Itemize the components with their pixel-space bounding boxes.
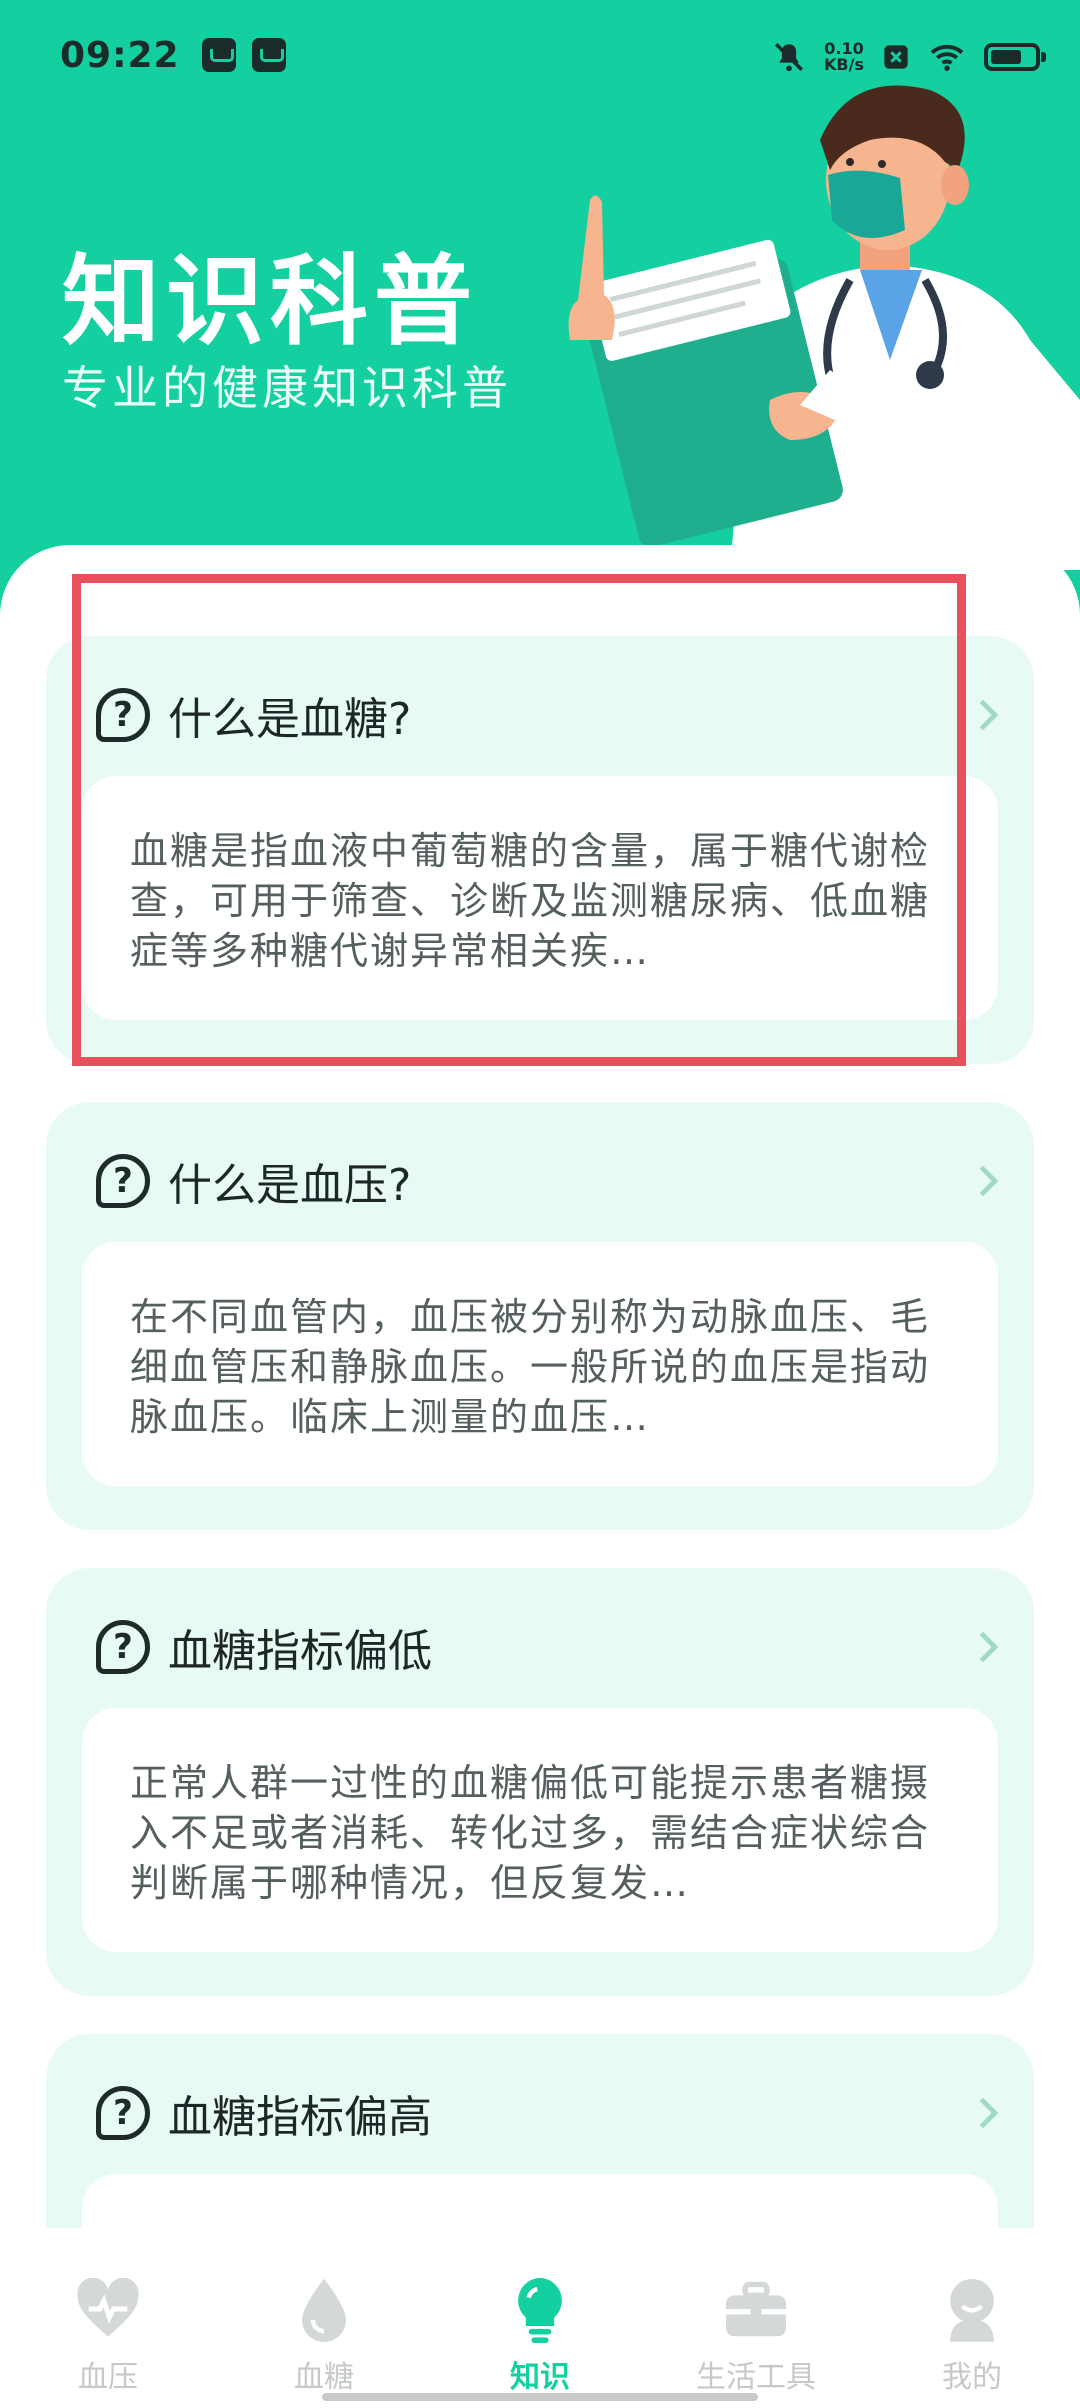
article-title: 什么是血糖? — [168, 694, 412, 745]
chevron-right-icon — [967, 699, 999, 731]
article-summary: 在不同血管内，血压被分别称为动脉血压、毛细血管压和静脉血压。一般所说的血压是指动… — [130, 1295, 931, 1439]
nav-item-life-tools[interactable]: 生活工具 — [666, 2274, 846, 2396]
card-header: ? 血糖指标偏低 — [96, 1612, 999, 1682]
heart-pulse-icon — [77, 2278, 139, 2337]
chevron-right-icon — [967, 1165, 999, 1197]
page-title: 知识科普 — [62, 245, 479, 359]
question-icon: ? — [96, 1154, 150, 1208]
lightbulb-icon — [518, 2277, 562, 2343]
nav-item-blood-sugar[interactable]: 血糖 — [234, 2274, 414, 2396]
mute-icon — [775, 42, 804, 72]
card-header: ? 血糖指标偏高 — [96, 2078, 999, 2148]
status-time: 09:22 — [60, 34, 180, 76]
chevron-right-icon — [967, 1631, 999, 1663]
header-banner: 09:22 0.10 KB/s 知识科普 专业的健康知识科普 — [0, 0, 1080, 620]
article-summary: 血糖是指血液中葡萄糖的含量，属于糖代谢检查，可用于筛查、诊断及监测糖尿病、低血糖… — [130, 829, 931, 973]
question-icon: ? — [96, 2086, 150, 2140]
close-box-icon — [884, 45, 908, 69]
article-title: 什么是血压? — [168, 1160, 412, 1211]
nav-label: 血压 — [78, 2360, 138, 2395]
article-title: 血糖指标偏低 — [168, 1626, 432, 1677]
question-icon: ? — [96, 1620, 150, 1674]
screen: 09:22 0.10 KB/s 知识科普 专业的健康知识科普 ? 什么是血糖? … — [0, 0, 1080, 2408]
status-bar: 09:22 0.10 KB/s — [0, 0, 1080, 110]
article-card[interactable]: ? 什么是血糖? 血糖是指血液中葡萄糖的含量，属于糖代谢检查，可用于筛查、诊断及… — [46, 636, 1034, 1064]
home-indicator[interactable] — [322, 2393, 758, 2401]
nav-item-blood-pressure[interactable]: 血压 — [18, 2274, 198, 2396]
wallet-icon — [251, 38, 286, 72]
article-card[interactable]: ? 血糖指标偏低 正常人群一过性的血糖偏低可能提示患者糖摄入不足或者消耗、转化过… — [46, 1568, 1034, 1996]
question-icon: ? — [96, 688, 150, 742]
article-summary-box: 正常人群一过性的血糖偏低可能提示患者糖摄入不足或者消耗、转化过多，需结合症状综合… — [82, 1708, 998, 1952]
toolbox-icon — [726, 2281, 786, 2337]
nav-label: 血糖 — [294, 2360, 354, 2395]
drop-icon — [302, 2278, 346, 2342]
page-subtitle: 专业的健康知识科普 — [62, 361, 512, 415]
nav-label: 知识 — [510, 2360, 570, 2395]
bottom-nav: 血压 血糖 知识 生活工具 我的 — [0, 2228, 1080, 2408]
profile-icon — [950, 2279, 994, 2342]
wifi-icon — [930, 44, 964, 71]
nav-label: 生活工具 — [696, 2360, 816, 2395]
article-summary-box: 在不同血管内，血压被分别称为动脉血压、毛细血管压和静脉血压。一般所说的血压是指动… — [82, 1242, 998, 1486]
nav-item-profile[interactable]: 我的 — [882, 2274, 1062, 2396]
chevron-right-icon — [967, 2097, 999, 2129]
card-header: ? 什么是血糖? — [96, 680, 999, 750]
article-card[interactable]: ? 什么是血压? 在不同血管内，血压被分别称为动脉血压、毛细血管压和静脉血压。一… — [46, 1102, 1034, 1530]
article-summary: 正常人群一过性的血糖偏低可能提示患者糖摄入不足或者消耗、转化过多，需结合症状综合… — [130, 1761, 931, 1905]
article-summary-box: 血糖是指血液中葡萄糖的含量，属于糖代谢检查，可用于筛查、诊断及监测糖尿病、低血糖… — [82, 776, 998, 1020]
message-icon — [201, 38, 236, 72]
doctor-illustration — [568, 85, 1080, 570]
nav-item-knowledge[interactable]: 知识 — [450, 2274, 630, 2396]
card-header: ? 什么是血压? — [96, 1146, 999, 1216]
nav-label: 我的 — [942, 2360, 1002, 2395]
network-speed: 0.10 KB/s — [824, 41, 864, 73]
article-title: 血糖指标偏高 — [168, 2092, 432, 2143]
battery-icon — [984, 43, 1046, 71]
net-speed-unit: KB/s — [824, 55, 864, 74]
